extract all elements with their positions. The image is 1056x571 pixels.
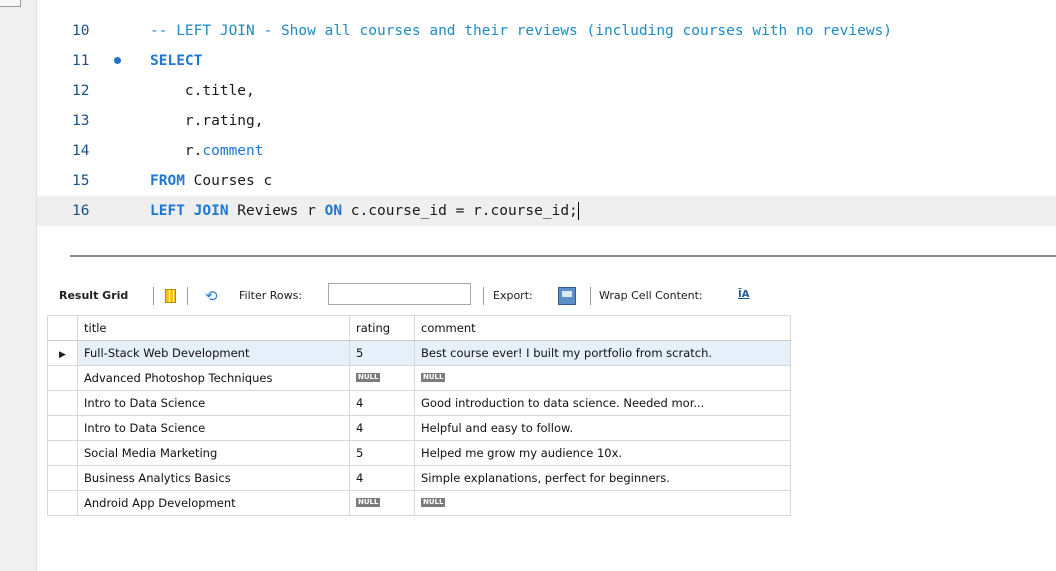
- line-number: 15: [72, 173, 90, 189]
- table-row[interactable]: Social Media Marketing 5 Helped me grow my…: [47, 440, 791, 466]
- cell-title[interactable]: Social Media Marketing: [77, 440, 350, 466]
- result-toolbar: Result Grid ⟲ Filter Rows: Export: Wrap …: [47, 281, 1056, 311]
- row-indicator[interactable]: ▶: [47, 340, 78, 366]
- code-text: c.title,: [150, 76, 255, 106]
- table-row[interactable]: Business Analytics Basics 4 Simple explana…: [47, 465, 791, 491]
- cell-comment[interactable]: Simple explanations, perfect for beginne…: [414, 465, 791, 491]
- code-token: comment: [202, 143, 264, 159]
- cell-rating[interactable]: NULL: [349, 490, 415, 516]
- sql-keyword: SELECT: [150, 53, 203, 69]
- row-indicator[interactable]: [47, 365, 78, 391]
- sql-comment: -- LEFT JOIN - Show all courses and thei…: [150, 23, 893, 39]
- line-number: 10: [72, 23, 90, 39]
- export-label: Export:: [493, 289, 533, 302]
- row-indicator[interactable]: [47, 465, 78, 491]
- code-text: r.comment: [150, 136, 264, 166]
- toolbar-separator: [590, 287, 591, 305]
- grid-view-icon[interactable]: [165, 289, 176, 303]
- null-badge: NULL: [421, 498, 446, 507]
- cell-comment[interactable]: Helped me grow my audience 10x.: [414, 440, 791, 466]
- column-header-comment[interactable]: comment: [414, 315, 791, 341]
- code-text: r.rating,: [150, 106, 264, 136]
- column-header-rating[interactable]: rating: [349, 315, 415, 341]
- refresh-icon[interactable]: ⟲: [205, 281, 218, 311]
- code-text: LEFT JOIN Reviews r ON c.course_id = r.c…: [150, 196, 579, 226]
- current-row-arrow-icon: ▶: [59, 350, 66, 360]
- wrap-cell-content-label: Wrap Cell Content:: [599, 289, 703, 302]
- code-line[interactable]: 12 c.title,: [37, 76, 1056, 106]
- cell-rating[interactable]: 5: [349, 440, 415, 466]
- code-token: c.course_id = r.course_id;: [342, 203, 578, 219]
- cell-comment[interactable]: Best course ever! I built my portfolio f…: [414, 340, 791, 366]
- toolbar-separator: [483, 287, 484, 305]
- row-indicator[interactable]: [47, 490, 78, 516]
- grid-header-row: title rating comment: [47, 315, 791, 341]
- code-line[interactable]: 10 -- LEFT JOIN - Show all courses and th…: [37, 16, 1056, 46]
- gutter-notch: [0, 0, 21, 7]
- filter-rows-input[interactable]: [328, 283, 471, 305]
- export-icon[interactable]: [558, 287, 576, 305]
- left-gutter: [0, 0, 37, 571]
- sql-keyword: LEFT JOIN: [150, 203, 229, 219]
- row-indicator[interactable]: [47, 415, 78, 441]
- code-token: r.: [150, 143, 203, 159]
- wrap-cell-icon[interactable]: ĪA: [738, 288, 751, 302]
- cell-title[interactable]: Intro to Data Science: [77, 390, 350, 416]
- code-line[interactable]: 14 r.comment: [37, 136, 1056, 166]
- code-token: c.title,: [150, 83, 255, 99]
- line-number: 12: [72, 83, 90, 99]
- cell-comment[interactable]: Good introduction to data science. Neede…: [414, 390, 791, 416]
- cell-comment[interactable]: NULL: [414, 490, 791, 516]
- statement-marker-icon: [114, 57, 121, 64]
- text-caret: [577, 202, 579, 220]
- cell-title[interactable]: Advanced Photoshop Techniques: [77, 365, 350, 391]
- cell-title[interactable]: Business Analytics Basics: [77, 465, 350, 491]
- sql-editor[interactable]: 10 -- LEFT JOIN - Show all courses and th…: [37, 0, 1056, 243]
- null-badge: NULL: [421, 373, 446, 382]
- filter-rows-label: Filter Rows:: [239, 289, 303, 302]
- null-badge: NULL: [356, 498, 381, 507]
- table-row[interactable]: Intro to Data Science 4 Helpful and easy t…: [47, 415, 791, 441]
- toolbar-separator: [187, 287, 188, 305]
- result-grid: title rating comment ▶ Full-Stack Web Develo…: [47, 315, 791, 516]
- null-badge: NULL: [356, 373, 381, 382]
- row-indicator[interactable]: [47, 390, 78, 416]
- row-indicator[interactable]: [47, 440, 78, 466]
- table-row[interactable]: Android App Development NULL NULL: [47, 490, 791, 516]
- pane-splitter[interactable]: [70, 255, 1056, 257]
- result-grid-tab[interactable]: Result Grid: [59, 281, 128, 311]
- cell-comment[interactable]: NULL: [414, 365, 791, 391]
- code-token: Reviews r: [228, 203, 325, 219]
- cell-comment[interactable]: Helpful and easy to follow.: [414, 415, 791, 441]
- code-line[interactable]: 16 LEFT JOIN Reviews r ON c.course_id = r…: [37, 196, 1056, 226]
- cell-rating[interactable]: 5: [349, 340, 415, 366]
- code-line[interactable]: 15 FROM Courses c: [37, 166, 1056, 196]
- cell-rating[interactable]: 4: [349, 465, 415, 491]
- code-text: SELECT: [150, 46, 202, 76]
- cell-rating[interactable]: 4: [349, 390, 415, 416]
- sql-keyword: FROM: [150, 173, 185, 189]
- table-row[interactable]: Advanced Photoshop Techniques NULL NULL: [47, 365, 791, 391]
- line-number: 16: [72, 203, 90, 219]
- sql-keyword: ON: [324, 203, 343, 219]
- code-text: FROM Courses c: [150, 166, 272, 196]
- code-token: Courses c: [184, 173, 273, 189]
- line-number: 14: [72, 143, 90, 159]
- table-row[interactable]: Intro to Data Science 4 Good introduction …: [47, 390, 791, 416]
- cell-title[interactable]: Android App Development: [77, 490, 350, 516]
- toolbar-separator: [153, 287, 154, 305]
- table-row[interactable]: ▶ Full-Stack Web Development 5 Best course …: [47, 340, 791, 366]
- cell-title[interactable]: Full-Stack Web Development: [77, 340, 350, 366]
- cell-title[interactable]: Intro to Data Science: [77, 415, 350, 441]
- column-header-title[interactable]: title: [77, 315, 350, 341]
- code-line[interactable]: 11 SELECT: [37, 46, 1056, 76]
- cell-rating[interactable]: NULL: [349, 365, 415, 391]
- row-indicator-header: [47, 315, 78, 341]
- code-token: r.rating,: [150, 113, 264, 129]
- code-line[interactable]: 13 r.rating,: [37, 106, 1056, 136]
- line-number: 11: [72, 53, 90, 69]
- cell-rating[interactable]: 4: [349, 415, 415, 441]
- code-text: -- LEFT JOIN - Show all courses and thei…: [150, 16, 892, 46]
- line-number: 13: [72, 113, 90, 129]
